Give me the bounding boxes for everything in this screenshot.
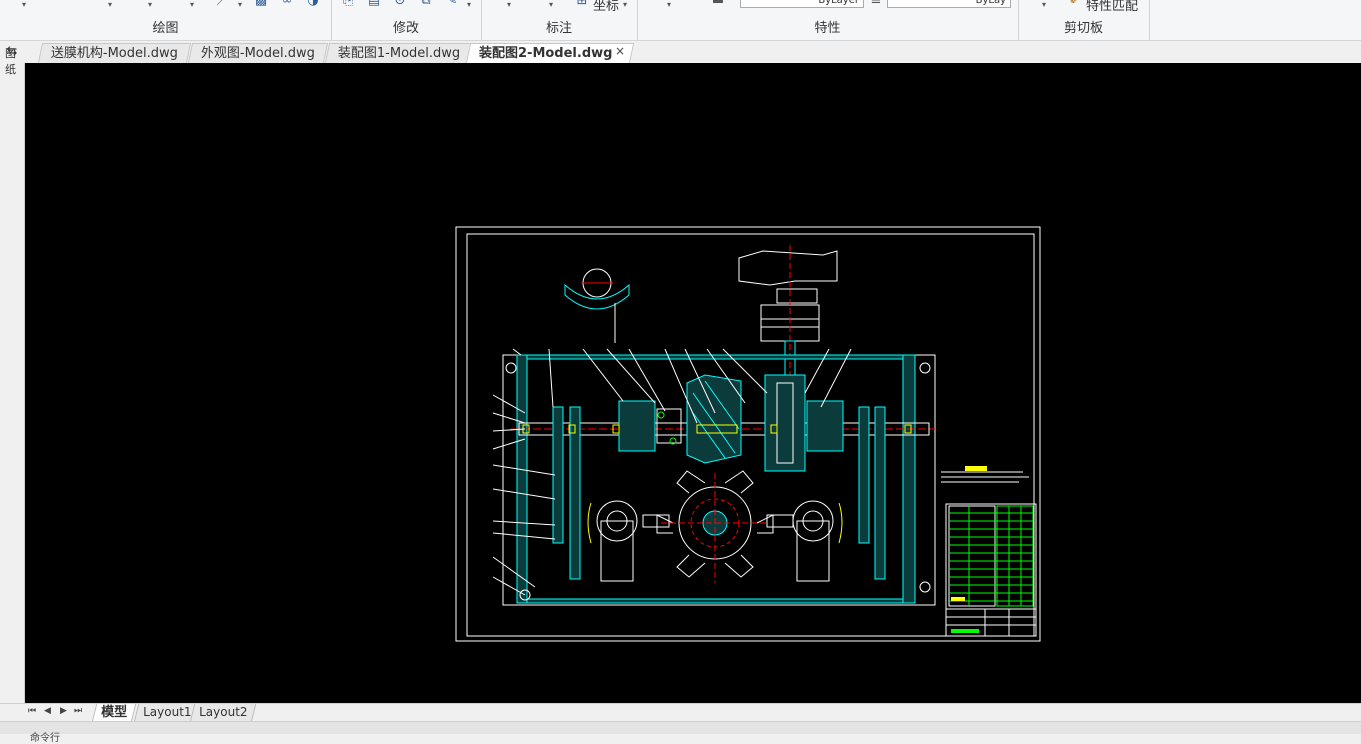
dropdown-caret-icon[interactable]: ▾ [238, 0, 242, 9]
dropdown-caret-icon[interactable]: ▾ [549, 0, 553, 9]
arm-left [600, 520, 634, 582]
sheet-outer-border [455, 226, 1041, 642]
first-layout-icon[interactable]: ⏮ [28, 706, 36, 716]
housing-wall-left [516, 354, 528, 604]
region-icon[interactable]: ◑ [306, 0, 320, 8]
drawing-canvas[interactable] [25, 63, 1361, 703]
match-properties-label[interactable]: 特性匹配 [1086, 0, 1138, 14]
parts-highlight [951, 597, 965, 601]
tab-model[interactable]: 模型 [91, 704, 137, 722]
title-highlight [951, 629, 979, 633]
dropdown-caret-icon[interactable]: ▾ [1042, 0, 1046, 9]
tab-label: Layout2 [199, 705, 248, 719]
bearing-housing-left [618, 400, 656, 452]
circle-array-icon[interactable]: ∞ [280, 0, 294, 8]
panel-draw: ▾ ▾ ▾ ▾ ／ ▾ ▩ ∞ ◑ 绘图 [0, 0, 332, 40]
panel-annotate: ▾ ▾ ⊞ 坐标 ▾ 标注 [481, 0, 638, 40]
title-block [945, 503, 1037, 637]
bearing-cap-left [656, 408, 682, 444]
tab-doc-4[interactable]: 装配图2-Model.dwg [465, 43, 635, 64]
arc-yellow [587, 502, 592, 544]
sheet-panel-label[interactable]: 图纸 [5, 45, 19, 77]
close-icon[interactable]: × [615, 44, 625, 58]
ucs-icon[interactable]: ⊞ [575, 0, 589, 8]
motor-top [738, 250, 838, 286]
move-icon[interactable]: ⎘ [341, 0, 355, 8]
command-line-label: 命令行 [30, 733, 60, 744]
plate-right-2 [874, 406, 886, 580]
rotate-icon[interactable]: ⊙ [393, 0, 407, 8]
housing-bottom [526, 598, 904, 604]
tab-label: 装配图2-Model.dwg [479, 46, 613, 61]
panel-modify: ⎘ ▤ ⊙ ⧉ ✎ ▾ 修改 [331, 0, 482, 40]
panel-label-annotate: 标注 [545, 21, 572, 36]
leader [492, 556, 536, 588]
arm-right [796, 520, 830, 582]
dropdown-caret-icon[interactable]: ▾ [190, 0, 194, 9]
panel-label-properties: 特性 [814, 21, 841, 36]
tab-doc-2[interactable]: 外观图-Model.dwg [187, 43, 329, 63]
linetype-icon[interactable]: ≡ [869, 0, 883, 8]
note-highlight [965, 466, 987, 471]
tab-label: 模型 [101, 705, 128, 720]
coord-label[interactable]: 坐标 [593, 0, 619, 14]
layer-dropdown[interactable]: ByLayer [740, 0, 864, 8]
bolt [919, 362, 931, 374]
last-layout-icon[interactable]: ⏭ [74, 706, 82, 716]
leader [512, 348, 522, 356]
color-swatch-icon[interactable]: ▬ [711, 0, 725, 8]
bearing-housing-right [806, 400, 844, 452]
panel-label-draw: 绘图 [152, 21, 179, 36]
panel-label-clipboard: 剪切板 [1063, 21, 1103, 36]
dropdown-caret-icon[interactable]: ▾ [507, 0, 511, 9]
prev-layout-icon[interactable]: ◀ [44, 706, 51, 716]
edit-icon[interactable]: ✎ [445, 0, 459, 8]
motor-neck [776, 288, 818, 304]
panel-label-modify: 修改 [392, 21, 419, 36]
tab-doc-3[interactable]: 装配图1-Model.dwg [324, 43, 474, 63]
arc-yellow [838, 502, 843, 544]
tab-label: Layout1 [143, 705, 192, 719]
ribbon: ▾ ▾ ▾ ▾ ／ ▾ ▩ ∞ ◑ 绘图 ⎘ ▤ ⊙ ⧉ ✎ ▾ 修改 ▾ ▾ … [0, 0, 1361, 41]
next-layout-icon[interactable]: ▶ [60, 706, 67, 716]
document-tab-bar: ⇆ 送膜机构-Model.dwg 外观图-Model.dwg 装配图1-Mode… [0, 41, 1361, 64]
dropdown-caret-icon[interactable]: ▾ [467, 0, 471, 9]
panel-clipboard: ▾ ✐ 特性匹配 剪切板 [1018, 0, 1150, 40]
layout-tab-bar: ⏮ ◀ ▶ ⏭ 模型 Layout1 Layout2 [0, 703, 1361, 722]
left-tool-strip: 图纸 [0, 47, 25, 706]
dropdown-caret-icon[interactable]: ▾ [667, 0, 671, 9]
panel-properties: ▾ ▬ ByLayer ≡ ByLay 特性 [637, 0, 1019, 40]
hatch-icon[interactable]: ▩ [254, 0, 268, 8]
linetype-dropdown[interactable]: ByLay [887, 0, 1011, 8]
tab-label: 送膜机构-Model.dwg [50, 46, 178, 61]
tab-doc-1[interactable]: 送膜机构-Model.dwg [37, 43, 192, 63]
plate-right [858, 406, 870, 544]
dropdown-caret-icon[interactable]: ▾ [148, 0, 152, 9]
dropdown-caret-icon[interactable]: ▾ [22, 0, 26, 9]
copy-icon[interactable]: ▤ [367, 0, 381, 8]
match-properties-icon[interactable]: ✐ [1068, 0, 1082, 8]
bolt-small [657, 411, 665, 419]
line-icon[interactable]: ／ [216, 0, 230, 8]
bolt [919, 581, 931, 593]
mirror-icon[interactable]: ⧉ [419, 0, 433, 8]
command-line-bar[interactable]: 命令行 [0, 721, 1361, 744]
parts-list-rows [949, 506, 1033, 606]
tab-layout2[interactable]: Layout2 [189, 704, 257, 722]
link-right [766, 514, 794, 528]
tab-label: 装配图1-Model.dwg [337, 46, 461, 61]
dropdown-caret-icon[interactable]: ▾ [108, 0, 112, 9]
tab-label: 外观图-Model.dwg [200, 46, 315, 61]
worm-gear-housing [764, 374, 806, 472]
dropdown-caret-icon[interactable]: ▾ [623, 0, 627, 9]
bolt [505, 362, 517, 374]
link-left [642, 514, 670, 528]
cad-drawing [455, 226, 1041, 642]
housing-wall-right [902, 354, 916, 604]
